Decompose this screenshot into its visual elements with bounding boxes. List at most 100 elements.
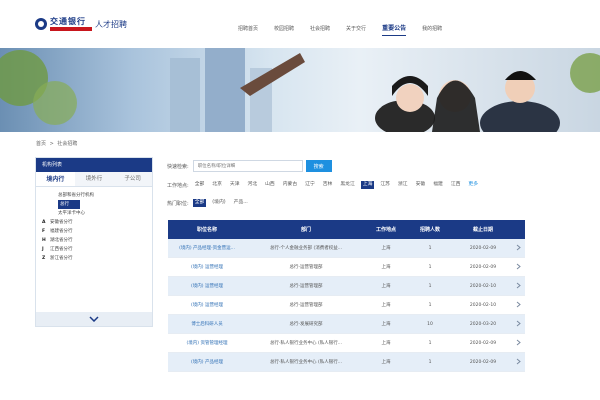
sidebar-item-jiangxi[interactable]: J 江西省分行 (42, 245, 146, 254)
institution-sidebar: 机构列表 境内行 境外行 子公司 总部和省分行机构 总行 太平洋卡中心 A 安徽… (35, 157, 153, 327)
sidebar-item-head-office[interactable]: 总行 (58, 200, 80, 209)
nav-item-campus[interactable]: 校园招聘 (274, 24, 294, 36)
hot-job-chip[interactable]: (境内) (210, 199, 227, 207)
sidebar-item-zhejiang[interactable]: Z 浙江省分行 (42, 254, 146, 263)
hot-job-chip-selected[interactable]: 全部 (192, 199, 207, 207)
chevron-right-icon (516, 339, 521, 345)
job-deadline: 2020-02-10 (469, 302, 497, 308)
sidebar-item-key: H (42, 238, 46, 243)
chevron-right-icon (516, 263, 521, 269)
bank-logo-subbar (50, 27, 92, 31)
location-chip[interactable]: 安徽 (414, 181, 428, 189)
sidebar-item-card-center[interactable]: 太平洋卡中心 (42, 209, 146, 218)
sidebar-item-label: 浙江省分行 (50, 256, 73, 261)
location-more-link[interactable]: 更多 (466, 181, 480, 189)
job-title-link[interactable]: (境内) 运营经理 (168, 302, 246, 308)
job-department: 总行-个人金融业务部 (消费者权益... (269, 246, 343, 251)
chevron-right-icon (516, 358, 521, 364)
nav-item-about[interactable]: 关于交行 (346, 24, 366, 36)
location-chip[interactable]: 辽宁 (303, 181, 317, 189)
job-title-link[interactable]: (境内) 运营经理 (168, 283, 246, 289)
search-button[interactable]: 搜索 (305, 160, 332, 172)
job-table: 职位名称 部门 工作地点 招聘人数 截止日期 (境内) 产品经理-资金营运...… (168, 220, 525, 372)
job-location: 上海 (381, 265, 391, 270)
bank-name: 交通银行 (50, 16, 86, 26)
sidebar-tabs: 境内行 境外行 子公司 (36, 172, 152, 187)
column-header-deadline: 截止日期 (472, 227, 493, 233)
sidebar-item-anhui[interactable]: A 安徽省分行 (42, 218, 146, 227)
tab-subsidiaries[interactable]: 子公司 (113, 172, 152, 186)
job-deadline: 2020-02-09 (469, 340, 497, 346)
sidebar-item-fujian[interactable]: F 福建省分行 (42, 227, 146, 236)
location-chip[interactable]: 江西 (449, 181, 463, 189)
sidebar-item-label: 安徽省分行 (50, 220, 73, 225)
location-chip[interactable]: 吉林 (321, 181, 335, 189)
breadcrumb-current: 社会招聘 (57, 141, 78, 147)
job-location: 上海 (381, 341, 391, 346)
job-headcount: 1 (428, 283, 432, 289)
job-department: 总行-运营管理部 (289, 265, 323, 270)
location-chip[interactable]: 江苏 (378, 181, 392, 189)
location-chip[interactable]: 全部 (193, 181, 207, 189)
brand-logo[interactable]: 交通银行 人才招聘 (35, 17, 127, 31)
breadcrumb-home[interactable]: 首页 (36, 141, 46, 147)
location-chip[interactable]: 山西 (263, 181, 277, 189)
job-headcount: 1 (428, 340, 432, 346)
table-row[interactable]: (境内) 运营经理 总行-运营管理部 上海 1 2020-02-10 (168, 277, 525, 296)
nav-item-social[interactable]: 社会招聘 (310, 24, 330, 36)
job-department: 总行-发展研究部 (289, 322, 323, 327)
job-deadline: 2020-02-09 (469, 245, 497, 251)
location-chip[interactable]: 河北 (246, 181, 260, 189)
sidebar-item-hubei[interactable]: H 湖北省分行 (42, 236, 146, 245)
sidebar-item-hq-group[interactable]: 总部和省分行机构 (42, 191, 146, 200)
sidebar-item-key: J (42, 247, 44, 252)
table-row[interactable]: (境内) 产品经理-资金营运... 总行-个人金融业务部 (消费者权益... 上… (168, 239, 525, 258)
sidebar-item-key: F (42, 229, 46, 234)
location-chip[interactable]: 内蒙古 (281, 181, 299, 189)
column-header-location: 工作地点 (375, 227, 396, 233)
table-row[interactable]: (境内) 资管管理经理 总行-私人银行业务中心 (私人银行... 上海 1 20… (168, 334, 525, 353)
location-chip-selected[interactable]: 上海 (360, 181, 375, 189)
location-chip[interactable]: 北京 (210, 181, 224, 189)
sidebar-item-label: 总部和省分行机构 (58, 193, 94, 198)
table-row[interactable]: (境内) 运营经理 总行-运营管理部 上海 1 2020-02-10 (168, 296, 525, 315)
bank-logo-icon (35, 18, 47, 30)
table-row[interactable]: (境内) 产品经理 总行-私人银行业务中心 (私人银行... 上海 1 2020… (168, 353, 525, 372)
chevron-right-icon (516, 244, 521, 250)
nav-item-my-recruitment[interactable]: 我的招聘 (422, 24, 442, 36)
column-header-title: 职位名称 (196, 227, 217, 233)
job-title-link[interactable]: 博士后科研人员 (168, 321, 246, 327)
table-row[interactable]: (境内) 运营经理 总行-运营管理部 上海 1 2020-02-09 (168, 258, 525, 277)
sidebar-title: 机构列表 (36, 158, 152, 172)
job-title-link[interactable]: (境内) 产品经理-资金营运... (168, 245, 246, 251)
job-title-link[interactable]: (境内) 产品经理 (168, 359, 246, 365)
location-filter-row: 工作地点: 全部 北京 天津 河北 山西 内蒙古 辽宁 吉林 黑龙江 上海 江苏… (167, 179, 597, 191)
nav-item-announcements[interactable]: 重要公告 (382, 24, 407, 36)
tab-domestic[interactable]: 境内行 (36, 172, 75, 186)
banner-illustration (0, 48, 600, 132)
tab-overseas[interactable]: 境外行 (75, 172, 114, 186)
job-title-link[interactable]: (境内) 运营经理 (168, 264, 246, 270)
job-location: 上海 (381, 303, 391, 308)
job-department: 总行-运营管理部 (289, 284, 323, 289)
column-header-department: 部门 (300, 227, 311, 233)
job-department: 总行-私人银行业务中心 (私人银行... (269, 341, 343, 346)
job-headcount: 1 (428, 302, 432, 308)
search-filters: 快速检索: 搜索 工作地点: 全部 北京 天津 河北 山西 内蒙古 辽宁 吉林 … (167, 159, 597, 209)
hot-job-chip[interactable]: 产品... (232, 199, 250, 207)
search-row: 快速检索: 搜索 (167, 159, 597, 173)
table-row[interactable]: 博士后科研人员 总行-发展研究部 上海 10 2020-03-20 (168, 315, 525, 334)
location-chip[interactable]: 浙江 (396, 181, 410, 189)
nav-item-home[interactable]: 招聘首页 (238, 24, 258, 36)
sidebar-item-key: A (42, 220, 46, 225)
job-department: 总行-私人银行业务中心 (私人银行... (269, 360, 343, 365)
location-chip[interactable]: 天津 (228, 181, 242, 189)
sidebar-item-label: 太平洋卡中心 (58, 211, 85, 216)
job-title-link[interactable]: (境内) 资管管理经理 (168, 340, 246, 346)
main-nav: 招聘首页 校园招聘 社会招聘 关于交行 重要公告 我的招聘 (238, 24, 458, 36)
location-chip[interactable]: 福建 (431, 181, 445, 189)
sidebar-expand-button[interactable] (36, 312, 152, 326)
job-headcount: 1 (428, 264, 432, 270)
location-chip[interactable]: 黑龙江 (338, 181, 356, 189)
search-input[interactable] (192, 160, 303, 172)
